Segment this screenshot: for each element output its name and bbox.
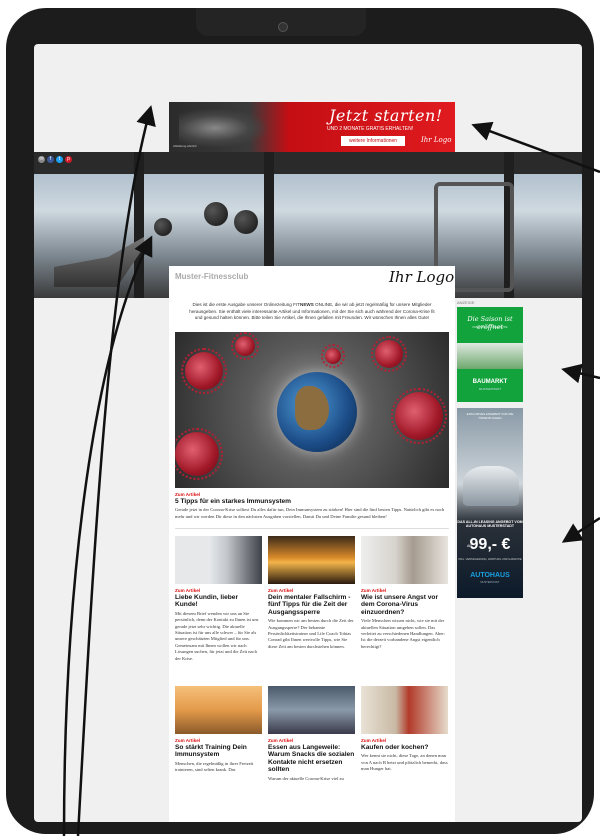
article-link[interactable]: Zum Artikel	[268, 588, 355, 593]
article-title[interactable]: Liebe Kundin, lieber Kunde!	[175, 594, 262, 609]
autohaus-ad[interactable]: EXKLUSIVES ANGEBOT FÜR DIE ÖFFENTLICHEN …	[457, 408, 523, 598]
hero-treadmill	[54, 237, 144, 287]
divider	[175, 528, 449, 529]
club-logo: Ihr Logo	[389, 268, 455, 286]
ad-top-text: EXKLUSIVES ANGEBOT FÜR DIE ÖFFENTLICHEN	[466, 412, 514, 420]
hero-ball	[204, 202, 228, 226]
article-body: Mit diesem Brief wenden wir uns an Sie p…	[175, 610, 259, 661]
article-card: Zum Artikel Kaufen oder kochen? Wer kenn…	[361, 686, 448, 782]
article-body: Wie kommen wir am besten durch die Zeit …	[268, 618, 354, 649]
article-link[interactable]: Zum Artikel	[361, 738, 448, 743]
ad-caption: Abbildung ähnlich	[173, 144, 197, 148]
article-link[interactable]: Zum Artikel	[361, 588, 448, 593]
article-card: Zum Artikel Liebe Kundin, lieber Kunde! …	[175, 536, 262, 662]
ad-lease-text: DAS ALL-IN LEASING ANGEBOT VOM AUTOHAUS …	[457, 520, 523, 529]
virus-graphic	[391, 388, 447, 444]
article-thumb[interactable]	[268, 536, 355, 584]
pinterest-icon[interactable]: p	[65, 156, 72, 163]
garden-tools-image	[457, 343, 523, 369]
article-title[interactable]: So stärkt Training Dein Immunsystem	[175, 744, 262, 759]
top-banner-ad[interactable]: Jetzt starten! UND 2 MONATE GRATIS ERHAL…	[169, 102, 455, 152]
virus-graphic	[181, 348, 227, 394]
ad-dealer-sub: MUSTERSTADT	[480, 581, 500, 584]
ad-brand-sub: MUSTERSTADT	[478, 387, 502, 391]
car-image	[463, 466, 519, 506]
article-row-1: Zum Artikel Liebe Kundin, lieber Kunde! …	[175, 536, 449, 662]
hero-ball	[234, 210, 258, 234]
club-name: Muster-Fitnessclub	[175, 272, 249, 281]
article-thumb[interactable]	[175, 686, 262, 734]
main-article-title[interactable]: 5 Tipps für ein starkes Immunsystem	[175, 498, 449, 505]
ad-script-sub: FRÜHLINGS-ANGEBOTE	[472, 325, 508, 329]
virus-graphic	[231, 332, 259, 360]
ad-logo: Ihr Logo	[421, 136, 452, 144]
article-thumb[interactable]	[268, 686, 355, 734]
tablet-frame: Jetzt starten! UND 2 MONATE GRATIS ERHAL…	[6, 8, 594, 834]
ad-price: 99,- €	[469, 536, 511, 553]
virus-graphic	[175, 428, 223, 480]
facebook-icon[interactable]: f	[47, 156, 54, 163]
ad-brand: BAUMARKT	[472, 379, 508, 385]
sidebar-ads: ANZEIGE Die Saison ist eröffnet FRÜHLING…	[455, 298, 527, 638]
earth-globe	[277, 372, 357, 452]
baumarkt-ad[interactable]: Die Saison ist eröffnet FRÜHLINGS-ANGEBO…	[457, 307, 523, 402]
article-title[interactable]: Dein mentaler Fallschirm - fünf Tipps fü…	[268, 594, 355, 616]
article-body: Menschen, die regelmäßig in ihrer Freize…	[175, 760, 254, 773]
hero-ceiling	[34, 152, 582, 174]
article-body: Viele Menschen wissen nicht, wie sie mit…	[361, 618, 446, 649]
virus-graphic	[371, 336, 407, 372]
ad-athlete-image	[179, 108, 269, 148]
article-thumb[interactable]	[361, 536, 448, 584]
camera-icon	[278, 22, 288, 32]
main-article-body: Gerade jetzt in der Corona-Krise solltes…	[175, 507, 445, 519]
virus-graphic	[321, 344, 345, 368]
article-thumb[interactable]	[361, 686, 448, 734]
main-article: Zum Artikel 5 Tipps für ein starkes Immu…	[175, 492, 449, 520]
article-link[interactable]: Zum Artikel	[175, 588, 262, 593]
intro-text: Dies ist die erste Ausgabe unserer Onlin…	[189, 302, 435, 320]
article-title[interactable]: Kaufen oder kochen?	[361, 744, 448, 751]
ad-label: ANZEIGE	[457, 300, 475, 305]
mail-icon[interactable]: ✉	[38, 156, 45, 163]
ad-subline: UND 2 MONATE GRATIS ERHALTEN!	[327, 126, 414, 132]
newsletter-screen: Jetzt starten! UND 2 MONATE GRATIS ERHAL…	[34, 44, 582, 822]
article-thumb[interactable]	[175, 536, 262, 584]
article-link[interactable]: Zum Artikel	[175, 738, 262, 743]
ad-fine-print: INKL. VERSICHERUNG, WARTUNG UND GARANTIE	[458, 558, 522, 561]
newsletter-content: Muster-Fitnessclub Ihr Logo Dies ist die…	[169, 266, 455, 822]
main-article-link[interactable]: Zum Artikel	[175, 492, 449, 497]
article-title[interactable]: Wie ist unsere Angst vor dem Corona-Viru…	[361, 594, 448, 616]
ad-more-info-button[interactable]: weitere Informationen	[341, 136, 406, 146]
main-article-image[interactable]	[175, 332, 449, 488]
ad-headline: Jetzt starten!	[329, 106, 443, 125]
article-card: Zum Artikel So stärkt Training Dein Immu…	[175, 686, 262, 782]
article-body: Wer kennt sie nicht, diese Tage, an dene…	[361, 753, 448, 772]
twitter-icon[interactable]: t	[56, 156, 63, 163]
article-link[interactable]: Zum Artikel	[268, 738, 355, 743]
article-body: Warum der aktuelle Corona-Krise viel zu	[268, 775, 344, 781]
article-card: Zum Artikel Dein mentaler Fallschirm - f…	[268, 536, 355, 662]
article-card: Zum Artikel Wie ist unsere Angst vor dem…	[361, 536, 448, 662]
social-icons: ✉ f t p	[38, 156, 72, 163]
hero-pillar	[134, 152, 144, 298]
article-row-2: Zum Artikel So stärkt Training Dein Immu…	[175, 686, 449, 782]
hero-ball	[154, 218, 172, 236]
article-title[interactable]: Essen aus Langeweile: Warum Snacks die s…	[268, 744, 355, 774]
article-card: Zum Artikel Essen aus Langeweile: Warum …	[268, 686, 355, 782]
ad-dealer: AUTOHAUS	[470, 572, 510, 579]
